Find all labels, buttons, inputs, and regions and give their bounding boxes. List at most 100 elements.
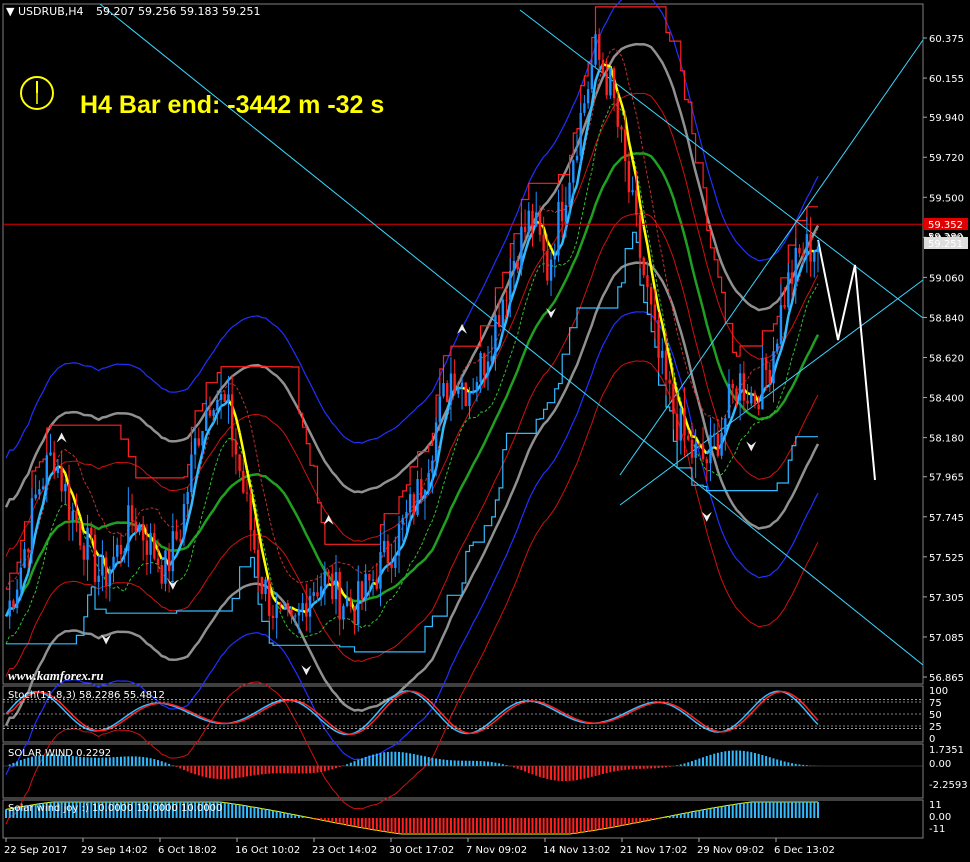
solar-wind-label: SOLAR WIND 0.2292 [8,748,111,759]
candle-body [345,597,349,606]
candle-body [216,399,219,411]
candle-body [609,68,612,96]
candle-body [368,573,371,581]
time-tick-label: 14 Nov 13:02 [543,845,610,856]
candle-body [738,373,742,401]
candle-body [731,383,734,389]
candle-body [275,603,278,618]
candle-body [712,433,716,435]
price-tick-label: 58.840 [929,313,964,324]
symbol-label: USDRUB,H4 [18,5,84,18]
candle-body [230,394,234,441]
candle-body [190,454,193,493]
candle-body [568,182,571,205]
candle-body [364,573,367,600]
candle-body [471,391,475,393]
solar-wind-axis-label: -2.2593 [929,780,968,791]
time-tick-label: 16 Oct 10:02 [235,845,300,856]
candle-body [71,511,74,521]
candle-body [416,479,419,515]
candle-body [531,210,534,227]
candle-body [586,89,590,104]
candle-body [742,373,746,401]
candle-body [542,234,545,252]
candle-body [768,369,771,384]
candle-body [249,493,252,531]
time-tick-label: 23 Oct 14:02 [312,845,377,856]
candle-body [182,504,186,540]
candle-body [683,408,686,436]
candle-body [245,492,249,494]
candle-body [816,246,820,253]
candle-body [787,272,790,308]
candle-body [460,382,464,388]
candle-body [505,299,508,301]
candle-body [483,353,486,376]
stoch-axis-label: 50 [929,710,942,721]
candle-body [41,486,45,490]
candle-body [308,595,312,617]
svg-text:59.352: 59.352 [928,220,963,231]
candle-body [116,544,119,557]
candle-body [279,603,282,605]
price-tick-label: 58.620 [929,354,964,365]
candle-body [638,215,642,258]
solar-joy-axis-label: 11 [929,800,942,811]
chart-canvas[interactable]: 10075502501.73510.00-2.2593110.00-11 60.… [0,0,970,862]
candle-body [156,558,160,565]
candle-body [334,572,338,600]
candle-body [253,530,256,550]
solar-joy-axis-label: 0.00 [929,812,951,823]
price-tick-label: 56.865 [929,673,964,684]
candle-body [405,512,408,519]
candle-body [23,549,26,568]
time-tick-label: 29 Nov 09:02 [697,845,764,856]
candle-body [271,615,275,618]
candle-body [664,350,668,380]
candle-body [601,59,605,74]
candle-body [605,73,608,96]
candle-body [468,392,471,407]
candle-body [538,212,542,235]
candle-body [790,272,794,284]
candle-body [219,394,223,400]
candle-body [434,422,438,461]
candle-body [679,408,683,441]
candle-body [457,387,460,394]
candle-body [705,459,708,464]
candle-body [112,556,115,570]
candle-body [549,259,553,281]
trend-line-segment [606,64,611,68]
candle-body [757,404,760,410]
candle-body [583,103,586,113]
candle-body [527,210,530,233]
candle-body [34,494,37,499]
candle-body [687,435,690,440]
candle-body [694,443,697,458]
candle-body [290,609,293,617]
candle-body [698,443,701,445]
candle-body [420,479,423,499]
candle-body [238,454,241,471]
candle-body [490,356,493,362]
candle-body [338,572,341,620]
candle-body [572,160,575,183]
candle-body [809,234,812,262]
candle-body [746,400,749,404]
price-tick-label: 60.155 [929,74,964,85]
candle-body [119,544,123,555]
header-collapse-icon[interactable]: ▼ [6,5,15,18]
candle-body [801,253,805,257]
candle-body [101,557,104,576]
candle-body [179,539,182,541]
candle-body [130,505,134,522]
price-tick-label: 59.940 [929,113,964,124]
candle-body [342,605,345,620]
candle-body [78,522,82,546]
candle-body [408,494,412,513]
candle-body [446,383,449,403]
candle-body [193,438,197,455]
candle-body [123,550,126,555]
candle-body [553,255,556,260]
solar-wind-axis-label: 1.7351 [929,745,964,756]
